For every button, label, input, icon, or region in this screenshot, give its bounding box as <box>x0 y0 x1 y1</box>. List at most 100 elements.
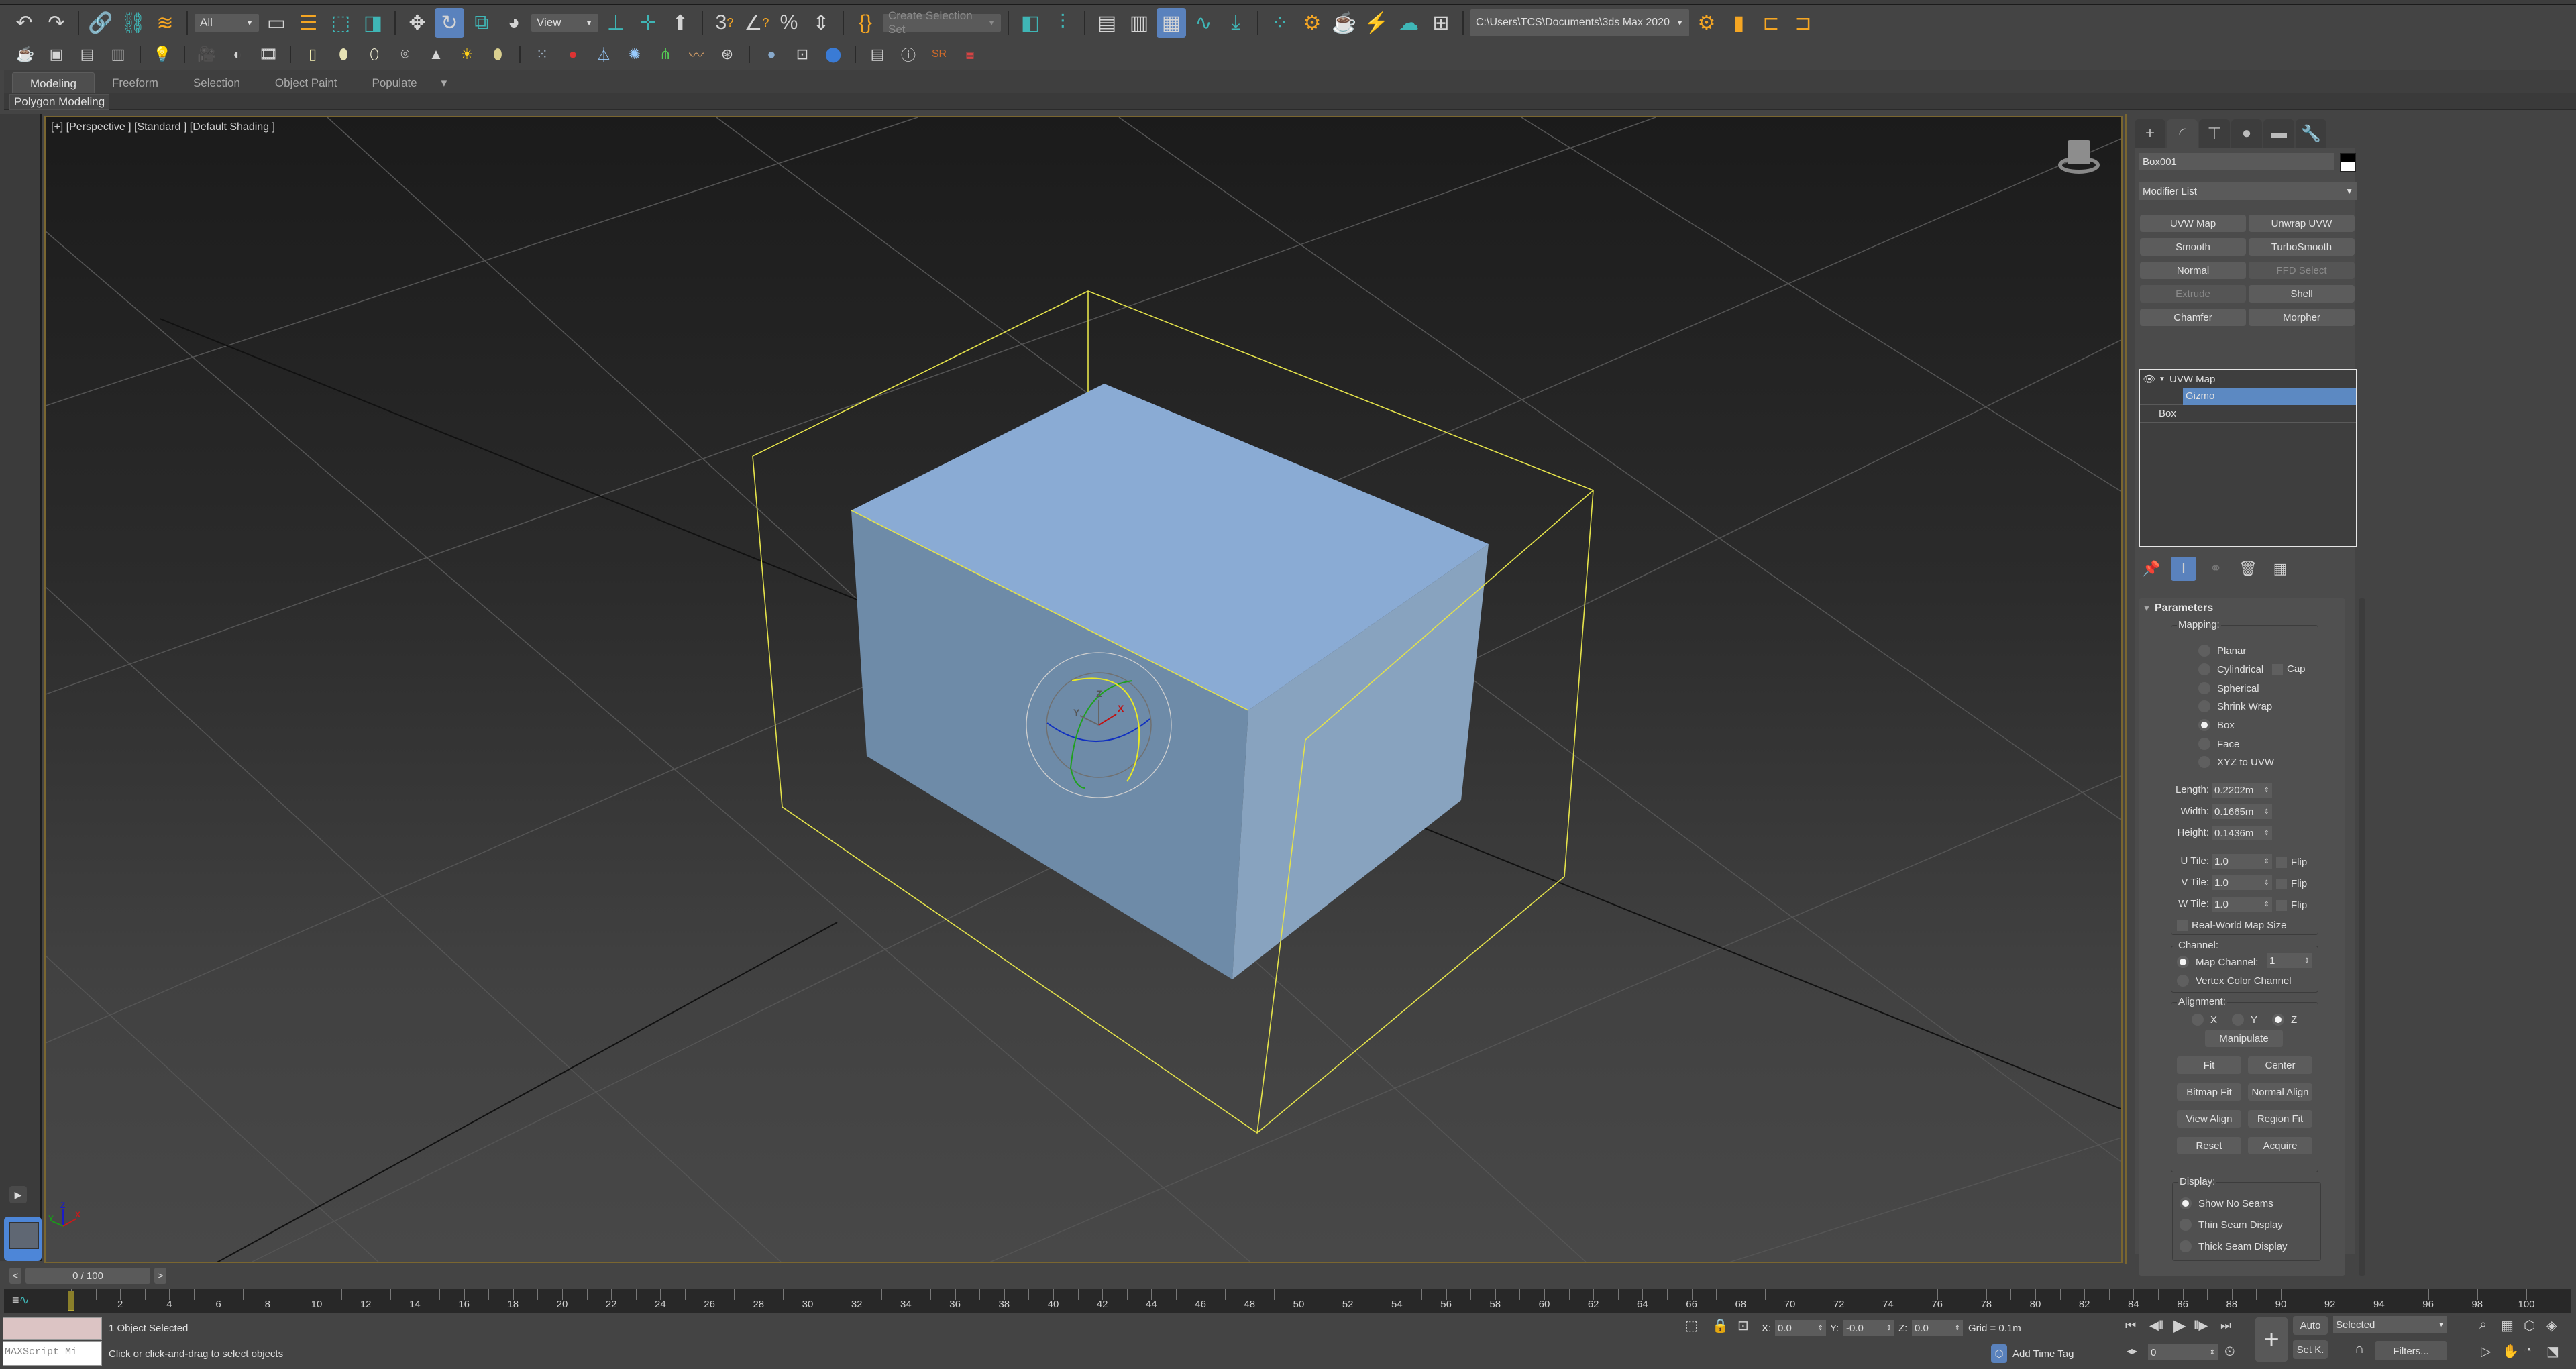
radio-button[interactable] <box>2198 719 2210 731</box>
light-lister-icon[interactable]: 💡 <box>149 43 176 66</box>
ref-coord-dropdown[interactable]: View ▼ <box>531 14 598 32</box>
key-mode-toggle-icon[interactable]: ◂▸ <box>2127 1344 2137 1358</box>
tab-populate[interactable]: Populate <box>355 72 435 93</box>
particles-icon[interactable]: ⁙ <box>529 43 555 66</box>
keyboard-shortcut-override-icon[interactable]: ⬆ <box>665 8 695 38</box>
snap-3d-icon[interactable]: 3? <box>710 8 739 38</box>
checkbox[interactable] <box>2276 878 2287 889</box>
stack-item-box[interactable]: Box <box>2140 405 2356 423</box>
bitmap-fit-button[interactable]: Bitmap Fit <box>2177 1083 2241 1101</box>
tab-object-paint[interactable]: Object Paint <box>258 72 355 93</box>
time-configuration-icon[interactable]: ⏲ <box>2224 1344 2235 1360</box>
render-setup-icon[interactable]: ⚙ <box>1297 8 1327 38</box>
x-coordinate-field[interactable]: 0.0 ⇕ <box>1775 1320 1826 1336</box>
isolate-selection-icon[interactable]: ⬚ <box>1685 1317 1698 1334</box>
eye-icon[interactable]: 👁 <box>2140 373 2159 385</box>
show-no-seams-radio[interactable]: Show No Seams <box>2180 1197 2273 1209</box>
spinner-arrows-icon[interactable]: ⇕ <box>2264 787 2269 794</box>
create-icon[interactable]: + <box>2135 119 2165 148</box>
percent-snap-icon[interactable]: % <box>774 8 804 38</box>
normal-align-button[interactable]: Normal Align <box>2248 1083 2312 1101</box>
mapping-xyz-to-uvw-radio[interactable]: XYZ to UVW <box>2198 756 2274 768</box>
u-flip-checkbox[interactable]: Flip <box>2276 857 2307 868</box>
expand-layout-icon[interactable]: ▶ <box>9 1186 27 1203</box>
z-coordinate-field[interactable]: 0.0 ⇕ <box>1912 1320 1963 1336</box>
curve-editor-icon[interactable]: ∿ <box>1189 8 1218 38</box>
mirror-icon[interactable]: ◧ <box>1016 8 1045 38</box>
center-button[interactable]: Center <box>2248 1056 2312 1074</box>
auto-key-button[interactable]: Auto <box>2293 1316 2328 1335</box>
default-in-out-tangent-icon[interactable]: ∩ <box>2355 1341 2364 1357</box>
sr-label[interactable]: SR <box>926 43 953 66</box>
zoom-all-icon[interactable]: ▦ <box>2501 1317 2514 1334</box>
move-icon[interactable]: ✥ <box>402 8 432 38</box>
mesh-inspector-icon[interactable]: ⬤ <box>820 43 847 66</box>
thick-seam-display-radio[interactable]: Thick Seam Display <box>2180 1240 2288 1252</box>
link-icon[interactable]: 🔗 <box>86 8 115 38</box>
select-manipulate-icon[interactable]: ✛ <box>633 8 663 38</box>
maxscript-mini-listener[interactable]: MAXScript Mi <box>3 1341 102 1366</box>
radio-button[interactable] <box>2198 700 2210 712</box>
spinner-arrows-icon[interactable]: ⇕ <box>2304 957 2310 965</box>
radio-button[interactable] <box>2272 1014 2284 1026</box>
real-world-map-size-checkbox[interactable]: Real-World Map Size <box>2177 920 2286 931</box>
radio-button[interactable] <box>2198 756 2210 768</box>
prev-frame-button[interactable]: < <box>9 1268 21 1284</box>
viewport-layout-tab[interactable] <box>4 1217 42 1261</box>
material-sphere-icon[interactable]: ● <box>758 43 785 66</box>
time-tag-icon[interactable]: ⬡ <box>1991 1344 2007 1363</box>
map-channel-radio[interactable]: Map Channel: <box>2177 956 2258 968</box>
select-by-name-icon[interactable]: ☰ <box>294 8 323 38</box>
edit-named-selection-icon[interactable]: {} <box>851 8 880 38</box>
viewport-label-menu[interactable]: [+] [Perspective ] [Standard ] [Default … <box>51 121 275 133</box>
modifier-list-dropdown[interactable]: Modifier List ▼ <box>2139 182 2357 200</box>
play-icon[interactable]: ▶ <box>2174 1316 2186 1335</box>
region-fit-button[interactable]: Region Fit <box>2248 1110 2312 1128</box>
configure-modifier-sets-icon[interactable]: ▦ <box>2267 557 2293 581</box>
zoom-extents-all-icon[interactable]: ◈ <box>2546 1317 2557 1334</box>
modify-icon[interactable]: ◜ <box>2167 119 2198 148</box>
fit-button[interactable]: Fit <box>2177 1056 2241 1074</box>
add-time-tag[interactable]: Add Time Tag <box>2012 1348 2074 1360</box>
material-editor-icon[interactable]: ⁘ <box>1265 8 1295 38</box>
radio-button[interactable] <box>2232 1014 2244 1026</box>
align-x-radio[interactable]: X <box>2192 1014 2217 1026</box>
layer-manager-icon[interactable]: ▤ <box>864 43 891 66</box>
field-of-view-icon[interactable]: ▷ <box>2481 1343 2491 1360</box>
angle-snap-icon[interactable]: ∠? <box>742 8 771 38</box>
zoom-extents-icon[interactable]: ⬡ <box>2524 1317 2535 1334</box>
object-name-field[interactable]: Box001 <box>2139 153 2334 170</box>
orbit-icon[interactable]: ◔ <box>2524 1343 2532 1358</box>
radio-button[interactable] <box>2180 1240 2192 1252</box>
rotate-icon[interactable]: ↻ <box>435 8 464 38</box>
display-icon[interactable]: ▬ <box>2263 119 2294 148</box>
help-icon[interactable]: ⓘ <box>895 43 922 66</box>
checkbox[interactable] <box>2276 857 2287 868</box>
dynamics-icon[interactable]: ● <box>559 43 586 66</box>
modifier-button-extrude[interactable]: Extrude <box>2140 285 2246 303</box>
curve-editor-mini-icon[interactable]: ≡∿ <box>12 1293 30 1307</box>
u-tile-spinner[interactable]: 1.0 ⇕ <box>2212 854 2272 869</box>
checkbox[interactable] <box>2272 663 2283 675</box>
modifier-button-turbosmooth[interactable]: TurboSmooth <box>2249 238 2355 256</box>
teapot-grid-icon[interactable]: ⌾ <box>392 43 419 66</box>
physical-camera-icon[interactable]: 🎞 <box>255 43 282 66</box>
textools-icon[interactable]: ▦ <box>957 43 983 66</box>
ribbon-options-icon[interactable]: ▾ <box>435 72 454 93</box>
map-channel-spinner[interactable]: 1 ⇕ <box>2267 953 2312 968</box>
scatter-icon[interactable]: ✺ <box>621 43 648 66</box>
stack-item-uvw-map[interactable]: 👁 ▼ UVW Map <box>2140 370 2356 388</box>
window-crossing-icon[interactable]: ◨ <box>358 8 388 38</box>
zoom-icon[interactable]: ⌕ <box>2479 1317 2487 1333</box>
bind-spacewarp-icon[interactable]: ≋ <box>150 8 180 38</box>
render-settings-icon[interactable]: ▥ <box>105 43 131 66</box>
modifier-button-uvw-map[interactable]: UVW Map <box>2140 215 2246 232</box>
thin-seam-display-radio[interactable]: Thin Seam Display <box>2180 1219 2283 1231</box>
render-iterative-icon[interactable]: ⊞ <box>1426 8 1456 38</box>
mapping-planar-radio[interactable]: Planar <box>2198 645 2246 657</box>
manipulate-button[interactable]: Manipulate <box>2205 1030 2283 1047</box>
modifier-button-chamfer[interactable]: Chamfer <box>2140 309 2246 326</box>
selection-lock-icon[interactable]: 🔒 <box>1712 1317 1729 1334</box>
absolute-mode-icon[interactable]: ⊡ <box>1737 1317 1749 1334</box>
camera-target-icon[interactable]: ◐ <box>224 43 251 66</box>
